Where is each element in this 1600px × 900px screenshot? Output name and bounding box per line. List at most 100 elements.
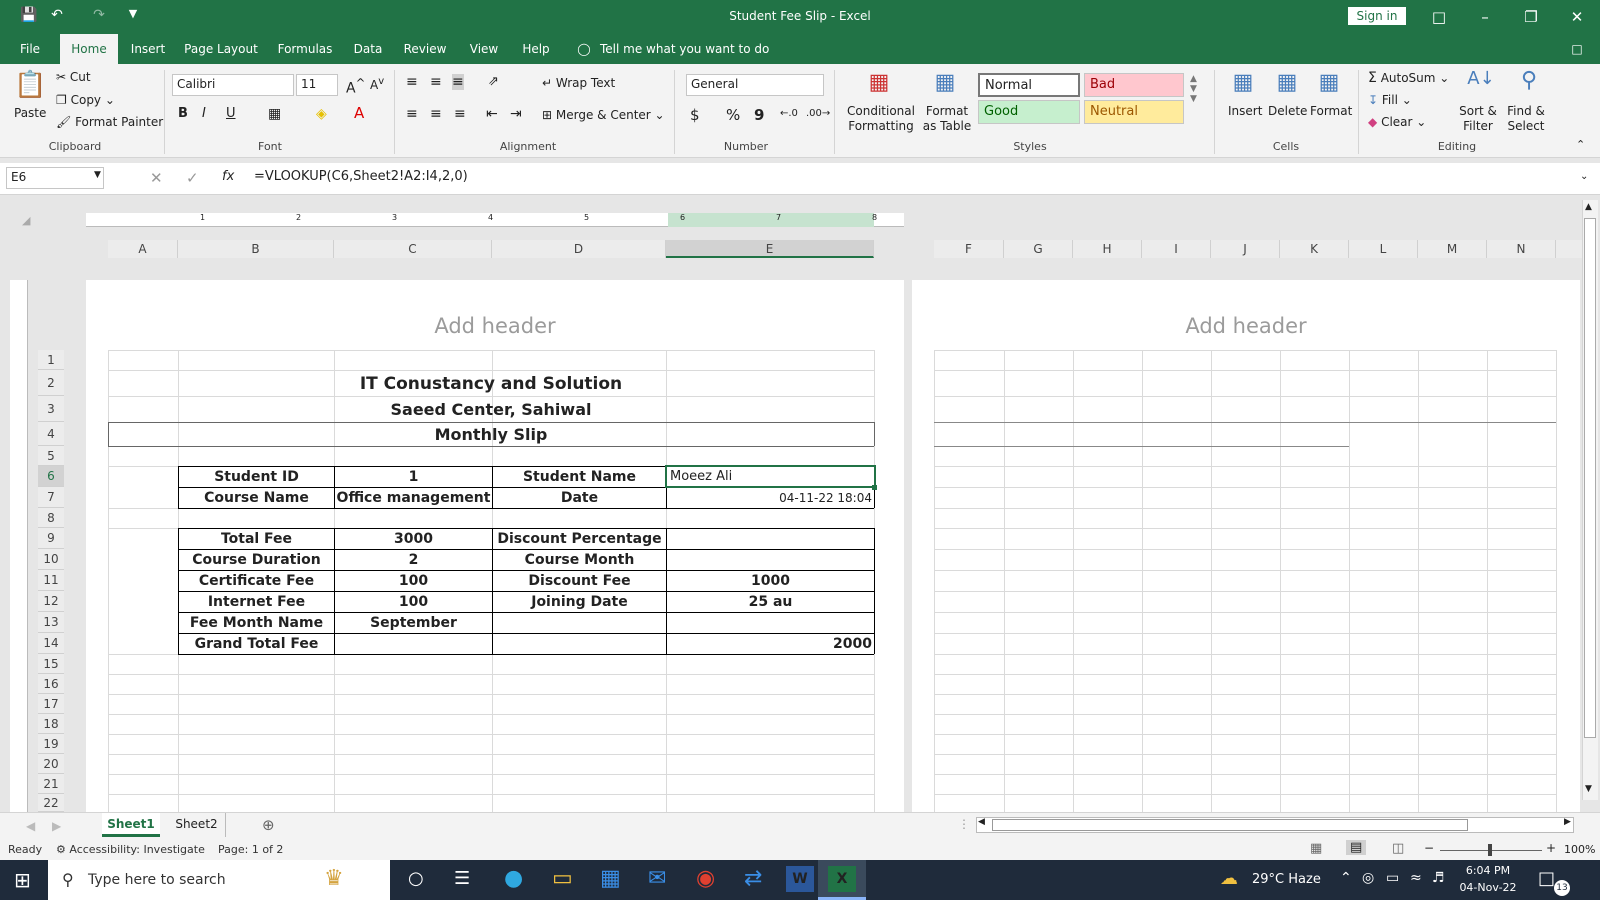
clear-button[interactable]: ◆ Clear ⌄ <box>1368 115 1426 129</box>
clock-date[interactable]: 04-Nov-22 <box>1458 881 1518 894</box>
horizontal-scroll-thumb[interactable] <box>992 819 1468 831</box>
page-break-view-icon[interactable]: ◫ <box>1392 841 1404 856</box>
percent-button[interactable]: % <box>726 106 740 124</box>
cell-d11[interactable]: Discount Fee <box>493 571 666 591</box>
split-handle-icon[interactable]: ⋮ <box>958 817 970 831</box>
cut-button[interactable]: ✂ Cut <box>56 70 91 84</box>
add-sheet-icon[interactable]: ⊕ <box>262 816 275 834</box>
style-good[interactable]: Good <box>978 100 1080 124</box>
cell-c9[interactable]: 3000 <box>335 529 492 549</box>
currency-button[interactable]: $ <box>690 106 700 124</box>
enter-icon[interactable]: ✓ <box>186 169 199 187</box>
cell-d13[interactable] <box>493 613 666 633</box>
style-normal[interactable]: Normal <box>978 73 1080 97</box>
cell-c11[interactable]: 100 <box>335 571 492 591</box>
teamviewer-icon[interactable]: ⇄ <box>744 866 762 891</box>
decrease-font-icon[interactable]: Av <box>370 76 384 92</box>
column-header[interactable]: K <box>1280 240 1349 258</box>
bottom-align-icon[interactable]: ≡ <box>452 74 464 90</box>
cell-c12[interactable]: 100 <box>335 592 492 612</box>
minimize-button[interactable]: – <box>1470 5 1500 29</box>
row-header[interactable]: 19 <box>38 734 64 754</box>
style-bad[interactable]: Bad <box>1084 73 1184 97</box>
chrome-icon[interactable]: ◉ <box>696 866 715 891</box>
column-header[interactable]: A <box>108 240 178 258</box>
column-header[interactable]: C <box>334 240 492 258</box>
row-header[interactable]: 1 <box>38 350 64 370</box>
sheet-heading[interactable]: Monthly Slip <box>108 423 874 446</box>
column-header[interactable]: I <box>1142 240 1211 258</box>
delete-cells-icon[interactable]: ▦ <box>1272 70 1302 100</box>
accessibility-checker[interactable]: ⚙ Accessibility: Investigate <box>56 843 205 856</box>
cell-e10[interactable] <box>667 550 874 570</box>
cell-d10[interactable]: Course Month <box>493 550 666 570</box>
paste-icon[interactable]: 📋 <box>14 70 46 104</box>
cell-e11[interactable]: 1000 <box>667 571 874 591</box>
name-box[interactable]: E6 <box>6 167 104 189</box>
cell-d7[interactable]: Date <box>493 488 666 508</box>
tab-data[interactable]: Data <box>348 34 388 64</box>
top-align-icon[interactable]: ≡ <box>406 74 418 90</box>
row-header[interactable]: 16 <box>38 674 64 694</box>
row-header[interactable]: 2 <box>38 370 64 396</box>
zoom-slider-thumb[interactable] <box>1488 844 1492 856</box>
zoom-level[interactable]: 100% <box>1564 843 1595 856</box>
store-icon[interactable]: ▦ <box>600 866 621 891</box>
cell-d6[interactable]: Student Name <box>493 467 666 487</box>
sheet-title[interactable]: IT Conustancy and Solution <box>108 372 874 396</box>
fill-handle[interactable] <box>872 485 877 490</box>
page-layout-view-icon[interactable]: ▤ <box>1346 840 1367 855</box>
insert-function-button[interactable]: fx <box>222 169 234 184</box>
column-header-selected[interactable]: E <box>666 240 874 258</box>
cell-c13[interactable]: September <box>335 613 492 633</box>
row-header[interactable]: 14 <box>38 633 64 654</box>
format-cells-button[interactable]: Format <box>1310 104 1352 118</box>
increase-indent-icon[interactable]: ⇥ <box>510 106 522 122</box>
column-header[interactable]: J <box>1211 240 1280 258</box>
fill-button[interactable]: ↧ Fill ⌄ <box>1368 93 1412 107</box>
increase-decimal-icon[interactable]: ←.0 <box>780 108 798 119</box>
tab-help[interactable]: Help <box>514 34 558 64</box>
cell-b11[interactable]: Certificate Fee <box>179 571 334 591</box>
mail-icon[interactable]: ✉ <box>648 866 666 891</box>
row-header[interactable]: 22 <box>38 794 64 812</box>
cell-c10[interactable]: 2 <box>335 550 492 570</box>
italic-button[interactable]: I <box>202 106 206 121</box>
orientation-icon[interactable]: ⇗ <box>488 74 499 89</box>
cell-b13[interactable]: Fee Month Name <box>179 613 334 633</box>
insert-cells-icon[interactable]: ▦ <box>1228 70 1258 100</box>
cell-c14[interactable] <box>335 634 492 654</box>
zoom-out-button[interactable]: − <box>1424 841 1434 855</box>
cell-b6[interactable]: Student ID <box>179 467 334 487</box>
row-header[interactable]: 21 <box>38 774 64 794</box>
row-header[interactable]: 17 <box>38 694 64 714</box>
file-explorer-icon[interactable]: ▭ <box>552 866 573 891</box>
row-header-selected[interactable]: 6 <box>38 466 64 487</box>
fill-color-icon[interactable]: ◈ <box>316 106 327 122</box>
copy-button[interactable]: ❐ Copy ⌄ <box>56 93 115 107</box>
tab-formulas[interactable]: Formulas <box>270 34 340 64</box>
column-header[interactable]: L <box>1349 240 1418 258</box>
font-color-icon[interactable]: A <box>354 104 364 122</box>
tab-insert[interactable]: Insert <box>124 34 172 64</box>
cell-b14[interactable]: Grand Total Fee <box>179 634 334 654</box>
row-header[interactable]: 18 <box>38 714 64 734</box>
cell-e12[interactable]: 25 au <box>667 592 874 612</box>
style-neutral[interactable]: Neutral <box>1084 100 1184 124</box>
windows-start-icon[interactable]: ⊞ <box>14 868 31 892</box>
styles-scroll-icon[interactable]: ▲ ▼ ▼ <box>1190 74 1197 104</box>
format-cells-icon[interactable]: ▦ <box>1314 70 1344 100</box>
sort-filter-button[interactable]: Sort & Filter <box>1456 104 1500 134</box>
sign-in-button[interactable]: Sign in <box>1348 7 1406 25</box>
ribbon-display-icon[interactable]: □ <box>1424 5 1454 29</box>
cell-e13[interactable] <box>667 613 874 633</box>
tab-page-layout[interactable]: Page Layout <box>182 34 260 64</box>
conditional-formatting-icon[interactable]: ▦ <box>864 70 894 100</box>
expand-formula-icon[interactable]: ⌄ <box>1580 171 1588 182</box>
sheet-subtitle[interactable]: Saeed Center, Sahiwal <box>108 398 874 422</box>
row-header[interactable]: 20 <box>38 754 64 774</box>
network-icon[interactable]: ◎ <box>1362 870 1374 886</box>
column-header[interactable]: M <box>1418 240 1487 258</box>
find-select-button[interactable]: Find & Select <box>1502 104 1550 134</box>
decrease-decimal-icon[interactable]: .00→ <box>806 108 830 119</box>
